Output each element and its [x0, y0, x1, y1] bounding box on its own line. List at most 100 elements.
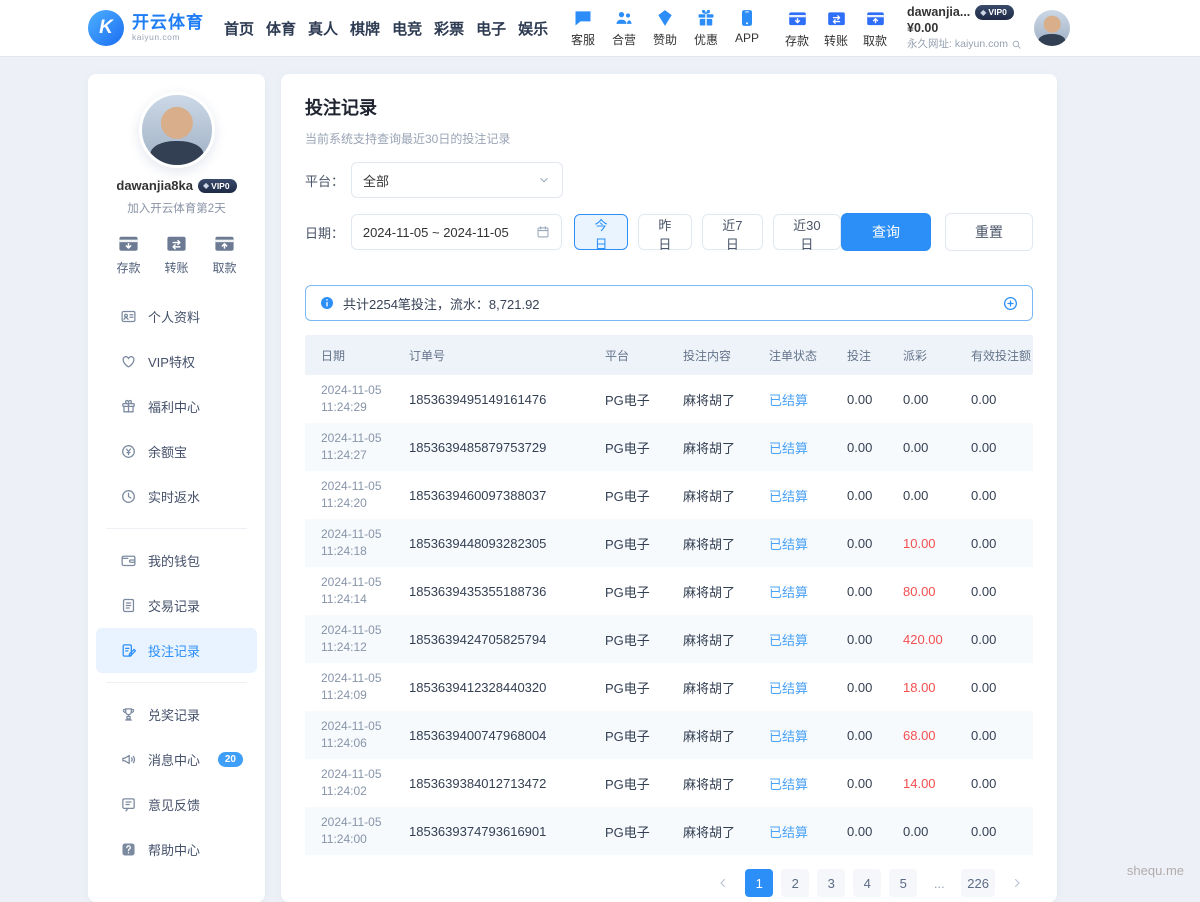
- menu-divider: [106, 682, 247, 683]
- platform-label: 平台：: [305, 171, 351, 190]
- nav-link-5[interactable]: 电竞: [392, 18, 422, 39]
- page-1[interactable]: 1: [745, 869, 773, 897]
- range-button-3[interactable]: 近7日: [702, 214, 763, 250]
- clock-icon: [120, 488, 137, 505]
- main-nav: 首页体育真人棋牌电竞彩票电子娱乐: [224, 18, 548, 39]
- navbar-wallet-label: 取款: [863, 32, 887, 49]
- bet-date: 2024-11-0511:24:14: [305, 574, 409, 608]
- column-header: 订单号: [409, 347, 605, 364]
- bet-content: 麻将胡了: [683, 486, 769, 505]
- navbar-wallet-item[interactable]: 存款: [783, 8, 811, 49]
- nav-link-8[interactable]: 娱乐: [518, 18, 548, 39]
- sidebar-item-label: 余额宝: [148, 442, 187, 461]
- range-button-4[interactable]: 近30日: [773, 214, 841, 250]
- sidebar-item-7[interactable]: 交易记录: [96, 583, 257, 628]
- sidebar-item-12[interactable]: 帮助中心: [96, 827, 257, 872]
- vip-badge: ◆VIP0: [975, 5, 1014, 20]
- phone-icon: [737, 8, 757, 28]
- bet-content: 麻将胡了: [683, 438, 769, 457]
- navbar-menu-label: 客服: [571, 31, 595, 48]
- vip-icon: ◆: [980, 8, 986, 18]
- platform: PG电子: [605, 774, 683, 793]
- table-row: 2024-11-0511:24:201853639460097388037PG电…: [305, 471, 1033, 519]
- platform: PG电子: [605, 438, 683, 457]
- range-button-2[interactable]: 昨日: [638, 214, 692, 250]
- sidebar-item-11[interactable]: 意见反馈: [96, 782, 257, 827]
- payout-amount: 0.00: [903, 824, 971, 839]
- quick-action-card-withdraw[interactable]: 取款: [213, 232, 237, 276]
- sidebar-item-label: 个人资料: [148, 307, 200, 326]
- sidebar-item-label: VIP特权: [148, 352, 195, 371]
- navbar-menu-item[interactable]: 优惠: [692, 8, 720, 48]
- sidebar: dawanjia8ka ◆VIP0 加入开云体育第2天 存款转账取款 个人资料V…: [88, 74, 265, 902]
- search-icon[interactable]: [1011, 39, 1022, 50]
- bet-status: 已结算: [769, 534, 847, 553]
- page-226[interactable]: 226: [961, 869, 995, 897]
- page-3[interactable]: 3: [817, 869, 845, 897]
- reset-button[interactable]: 重置: [945, 213, 1033, 251]
- date-filter-row: 日期： 2024-11-05 ~ 2024-11-05 今日昨日近7日近30日 …: [305, 213, 1033, 251]
- logo[interactable]: K 开云体育 kaiyun.com: [88, 10, 204, 46]
- sidebar-item-8[interactable]: 投注记录: [96, 628, 257, 673]
- sidebar-item-4[interactable]: 余额宝: [96, 429, 257, 474]
- valid-bet-amount: 0.00: [971, 728, 1033, 743]
- sidebar-item-label: 交易记录: [148, 596, 200, 615]
- bet-date: 2024-11-0511:24:00: [305, 814, 409, 848]
- sidebar-item-9[interactable]: 兑奖记录: [96, 692, 257, 737]
- bet-amount: 0.00: [847, 392, 903, 407]
- expand-plus-icon[interactable]: [1002, 295, 1019, 312]
- navbar-wallet-menu: 存款转账取款: [783, 8, 889, 49]
- navbar-menu-label: 优惠: [694, 31, 718, 48]
- sidebar-item-10[interactable]: 消息中心20: [96, 737, 257, 782]
- nav-link-7[interactable]: 电子: [476, 18, 506, 39]
- navbar-wallet-item[interactable]: 转账: [822, 8, 850, 49]
- sidebar-item-1[interactable]: 个人资料: [96, 294, 257, 339]
- user-block[interactable]: dawanjia... ◆VIP0 ¥0.00 永久网址: kaiyun.com: [907, 5, 1022, 51]
- payout-amount: 14.00: [903, 776, 971, 791]
- nav-link-4[interactable]: 棋牌: [350, 18, 380, 39]
- platform-select[interactable]: 全部: [351, 162, 563, 198]
- valid-bet-amount: 0.00: [971, 680, 1033, 695]
- sidebar-item-label: 兑奖记录: [148, 705, 200, 724]
- nav-link-6[interactable]: 彩票: [434, 18, 464, 39]
- sidebar-item-6[interactable]: 我的钱包: [96, 538, 257, 583]
- bet-amount: 0.00: [847, 680, 903, 695]
- nav-link-2[interactable]: 体育: [266, 18, 296, 39]
- bet-status: 已结算: [769, 678, 847, 697]
- sidebar-item-5[interactable]: 实时返水: [96, 474, 257, 519]
- sidebar-item-3[interactable]: 福利中心: [96, 384, 257, 429]
- watermark: shequ.me: [1127, 863, 1184, 878]
- platform: PG电子: [605, 822, 683, 841]
- navbar-menu-item[interactable]: APP: [733, 8, 761, 48]
- navbar-wallet-label: 转账: [824, 32, 848, 49]
- nav-link-3[interactable]: 真人: [308, 18, 338, 39]
- navbar-wallet-item[interactable]: 取款: [861, 8, 889, 49]
- pagination-next[interactable]: [1003, 869, 1031, 897]
- page-5[interactable]: 5: [889, 869, 917, 897]
- payout-amount: 0.00: [903, 440, 971, 455]
- date-range-input[interactable]: 2024-11-05 ~ 2024-11-05: [351, 214, 562, 250]
- navbar-menu-item[interactable]: 客服: [569, 8, 597, 48]
- navbar-menu-item[interactable]: 赞助: [651, 8, 679, 48]
- quick-action-card-transfer[interactable]: 转账: [164, 232, 188, 276]
- pagination: 12345...226: [305, 869, 1033, 897]
- chat-icon: [573, 8, 593, 28]
- chevron-right-icon: [1010, 876, 1024, 890]
- wallet-icon: [120, 552, 137, 569]
- order-number: 1853639435355188736: [409, 584, 605, 599]
- profile-avatar[interactable]: [139, 92, 215, 168]
- sidebar-item-label: 实时返水: [148, 487, 200, 506]
- user-avatar[interactable]: [1034, 10, 1070, 46]
- search-button[interactable]: 查询: [841, 213, 931, 251]
- range-button-1[interactable]: 今日: [574, 214, 628, 250]
- sidebar-item-2[interactable]: VIP特权: [96, 339, 257, 384]
- table-row: 2024-11-0511:24:091853639412328440320PG电…: [305, 663, 1033, 711]
- quick-action-card-deposit[interactable]: 存款: [116, 232, 140, 276]
- trophy-icon: [120, 706, 137, 723]
- navbar-menu-item[interactable]: 合营: [610, 8, 638, 48]
- nav-link-1[interactable]: 首页: [224, 18, 254, 39]
- quick-ranges: 今日昨日近7日近30日: [574, 214, 841, 250]
- pagination-prev[interactable]: [709, 869, 737, 897]
- page-4[interactable]: 4: [853, 869, 881, 897]
- page-2[interactable]: 2: [781, 869, 809, 897]
